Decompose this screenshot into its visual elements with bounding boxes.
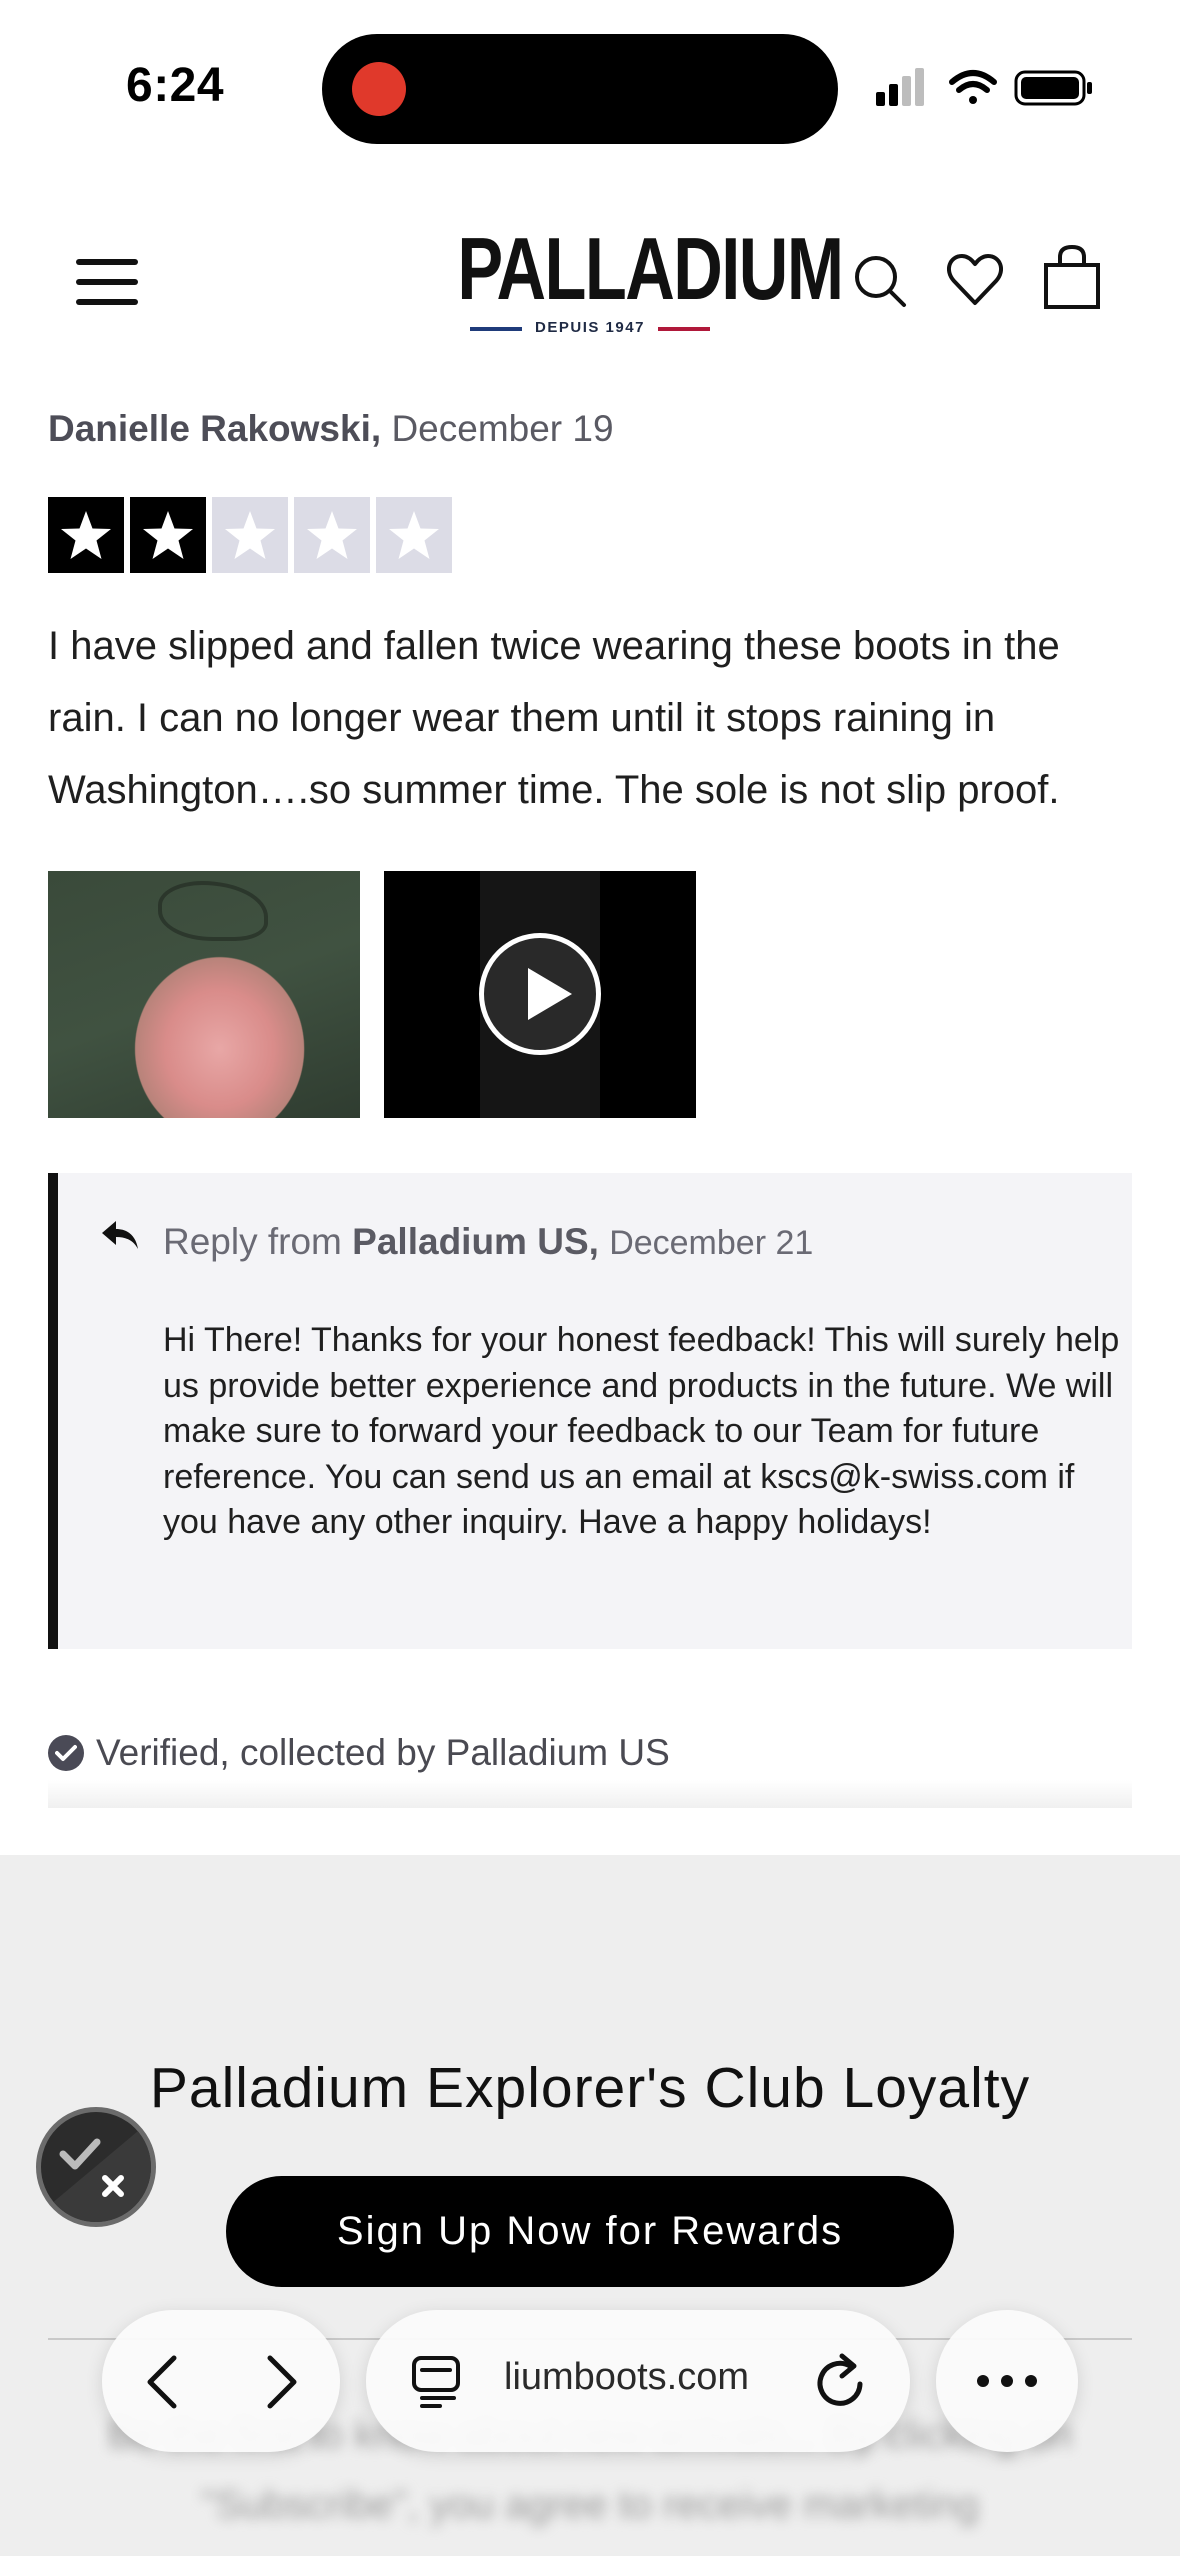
verified-badge: Verified, collected by Palladium US <box>48 1732 670 1774</box>
review-author-line: Danielle Rakowski, December 19 <box>48 408 614 450</box>
more-dots-icon <box>977 2375 1037 2387</box>
heart-icon[interactable] <box>946 253 1004 307</box>
status-icons <box>876 68 1092 106</box>
star-icon <box>130 497 206 573</box>
logo-wordmark: PALLADIUM <box>457 219 844 318</box>
review-date: December 19 <box>391 408 614 449</box>
url-text[interactable]: liumboots.com <box>504 2356 749 2399</box>
wifi-icon <box>949 70 997 104</box>
review-photo-thumbnail[interactable] <box>48 871 360 1118</box>
review-body: I have slipped and fallen twice wearing … <box>48 624 1060 812</box>
reply-author: Palladium US, <box>352 1221 599 1262</box>
merchant-reply: Reply from Palladium US, December 21 Hi … <box>48 1173 1132 1649</box>
scroll-fade <box>48 1780 1132 1808</box>
shopping-bag-icon[interactable] <box>1042 245 1102 311</box>
star-icon <box>294 497 370 573</box>
tattoo-detail <box>158 881 268 941</box>
review-video-thumbnail[interactable] <box>384 871 696 1118</box>
status-bar: 6:24 <box>0 0 1180 175</box>
reply-body: Hi There! Thanks for your honest feedbac… <box>163 1321 1120 1541</box>
check-x-icon <box>59 2138 124 2197</box>
search-icon[interactable] <box>852 253 908 309</box>
dynamic-island <box>322 34 838 144</box>
menu-icon[interactable] <box>76 259 138 305</box>
logo-tagline: DEPUIS 1947 <box>420 319 760 336</box>
status-time: 6:24 <box>126 59 225 112</box>
loyalty-title: Palladium Explorer's Club Loyalty <box>149 2056 1031 2120</box>
address-bar[interactable]: liumboots.com <box>366 2310 910 2452</box>
review-author: Danielle Rakowski, <box>48 408 382 449</box>
star-icon <box>48 497 124 573</box>
accessibility-toggle-button[interactable] <box>36 2107 156 2227</box>
reply-prefix: Reply from <box>163 1221 342 1262</box>
star-rating <box>48 497 452 573</box>
reload-icon[interactable] <box>814 2352 870 2410</box>
browser-nav-buttons <box>102 2310 340 2452</box>
forward-chevron-icon[interactable] <box>262 2354 302 2410</box>
recording-indicator-icon <box>352 62 406 116</box>
verified-text: Verified, collected by Palladium US <box>96 1732 670 1773</box>
tab-overview-icon[interactable] <box>410 2354 462 2410</box>
reply-date: December 21 <box>609 1224 814 1262</box>
reply-arrow-icon <box>102 1221 138 1249</box>
back-chevron-icon[interactable] <box>142 2354 182 2410</box>
palladium-logo[interactable]: PALLADIUM DEPUIS 1947 <box>420 219 844 345</box>
star-icon <box>212 497 288 573</box>
sign-up-rewards-button[interactable]: Sign Up Now for Rewards <box>226 2176 954 2287</box>
reply-header: Reply from Palladium US, December 21 <box>163 1221 813 1263</box>
more-options-button[interactable] <box>936 2310 1078 2452</box>
verified-check-icon <box>48 1735 84 1771</box>
cellular-signal-icon <box>876 68 924 106</box>
battery-icon <box>1014 70 1092 106</box>
star-icon <box>376 497 452 573</box>
play-icon[interactable] <box>479 933 601 1055</box>
site-header: PALLADIUM DEPUIS 1947 <box>0 195 1180 355</box>
